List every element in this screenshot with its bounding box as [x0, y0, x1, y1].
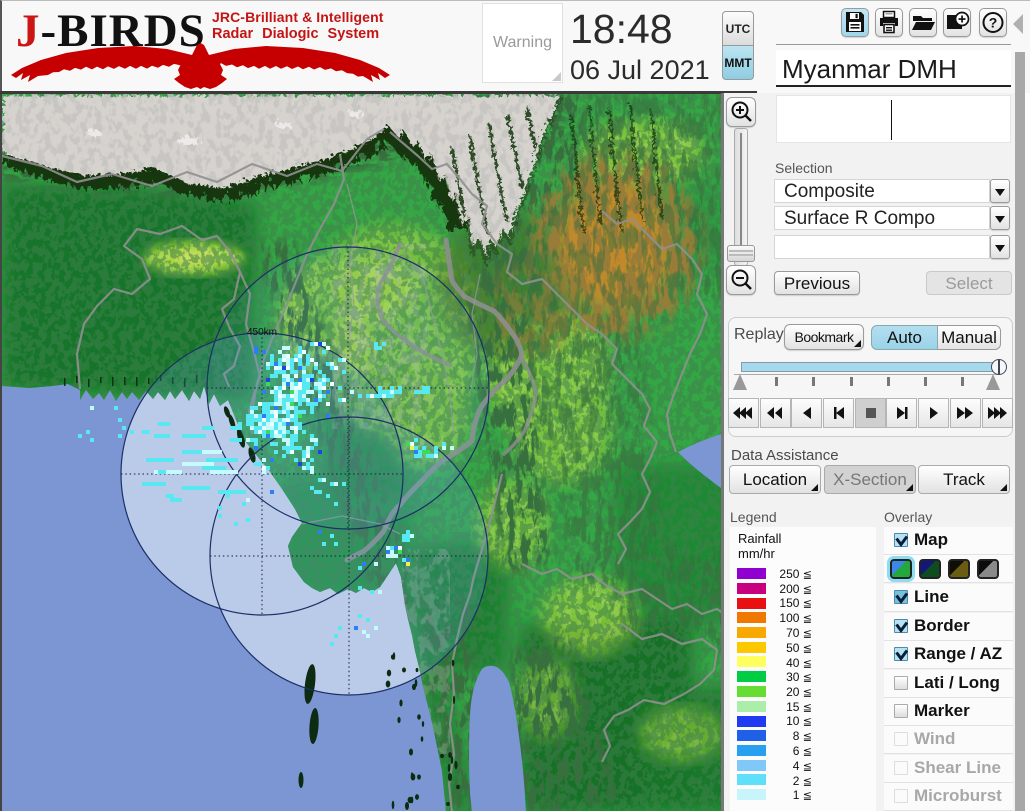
svg-text:450km: 450km [247, 327, 277, 338]
svg-text:?: ? [989, 15, 998, 31]
